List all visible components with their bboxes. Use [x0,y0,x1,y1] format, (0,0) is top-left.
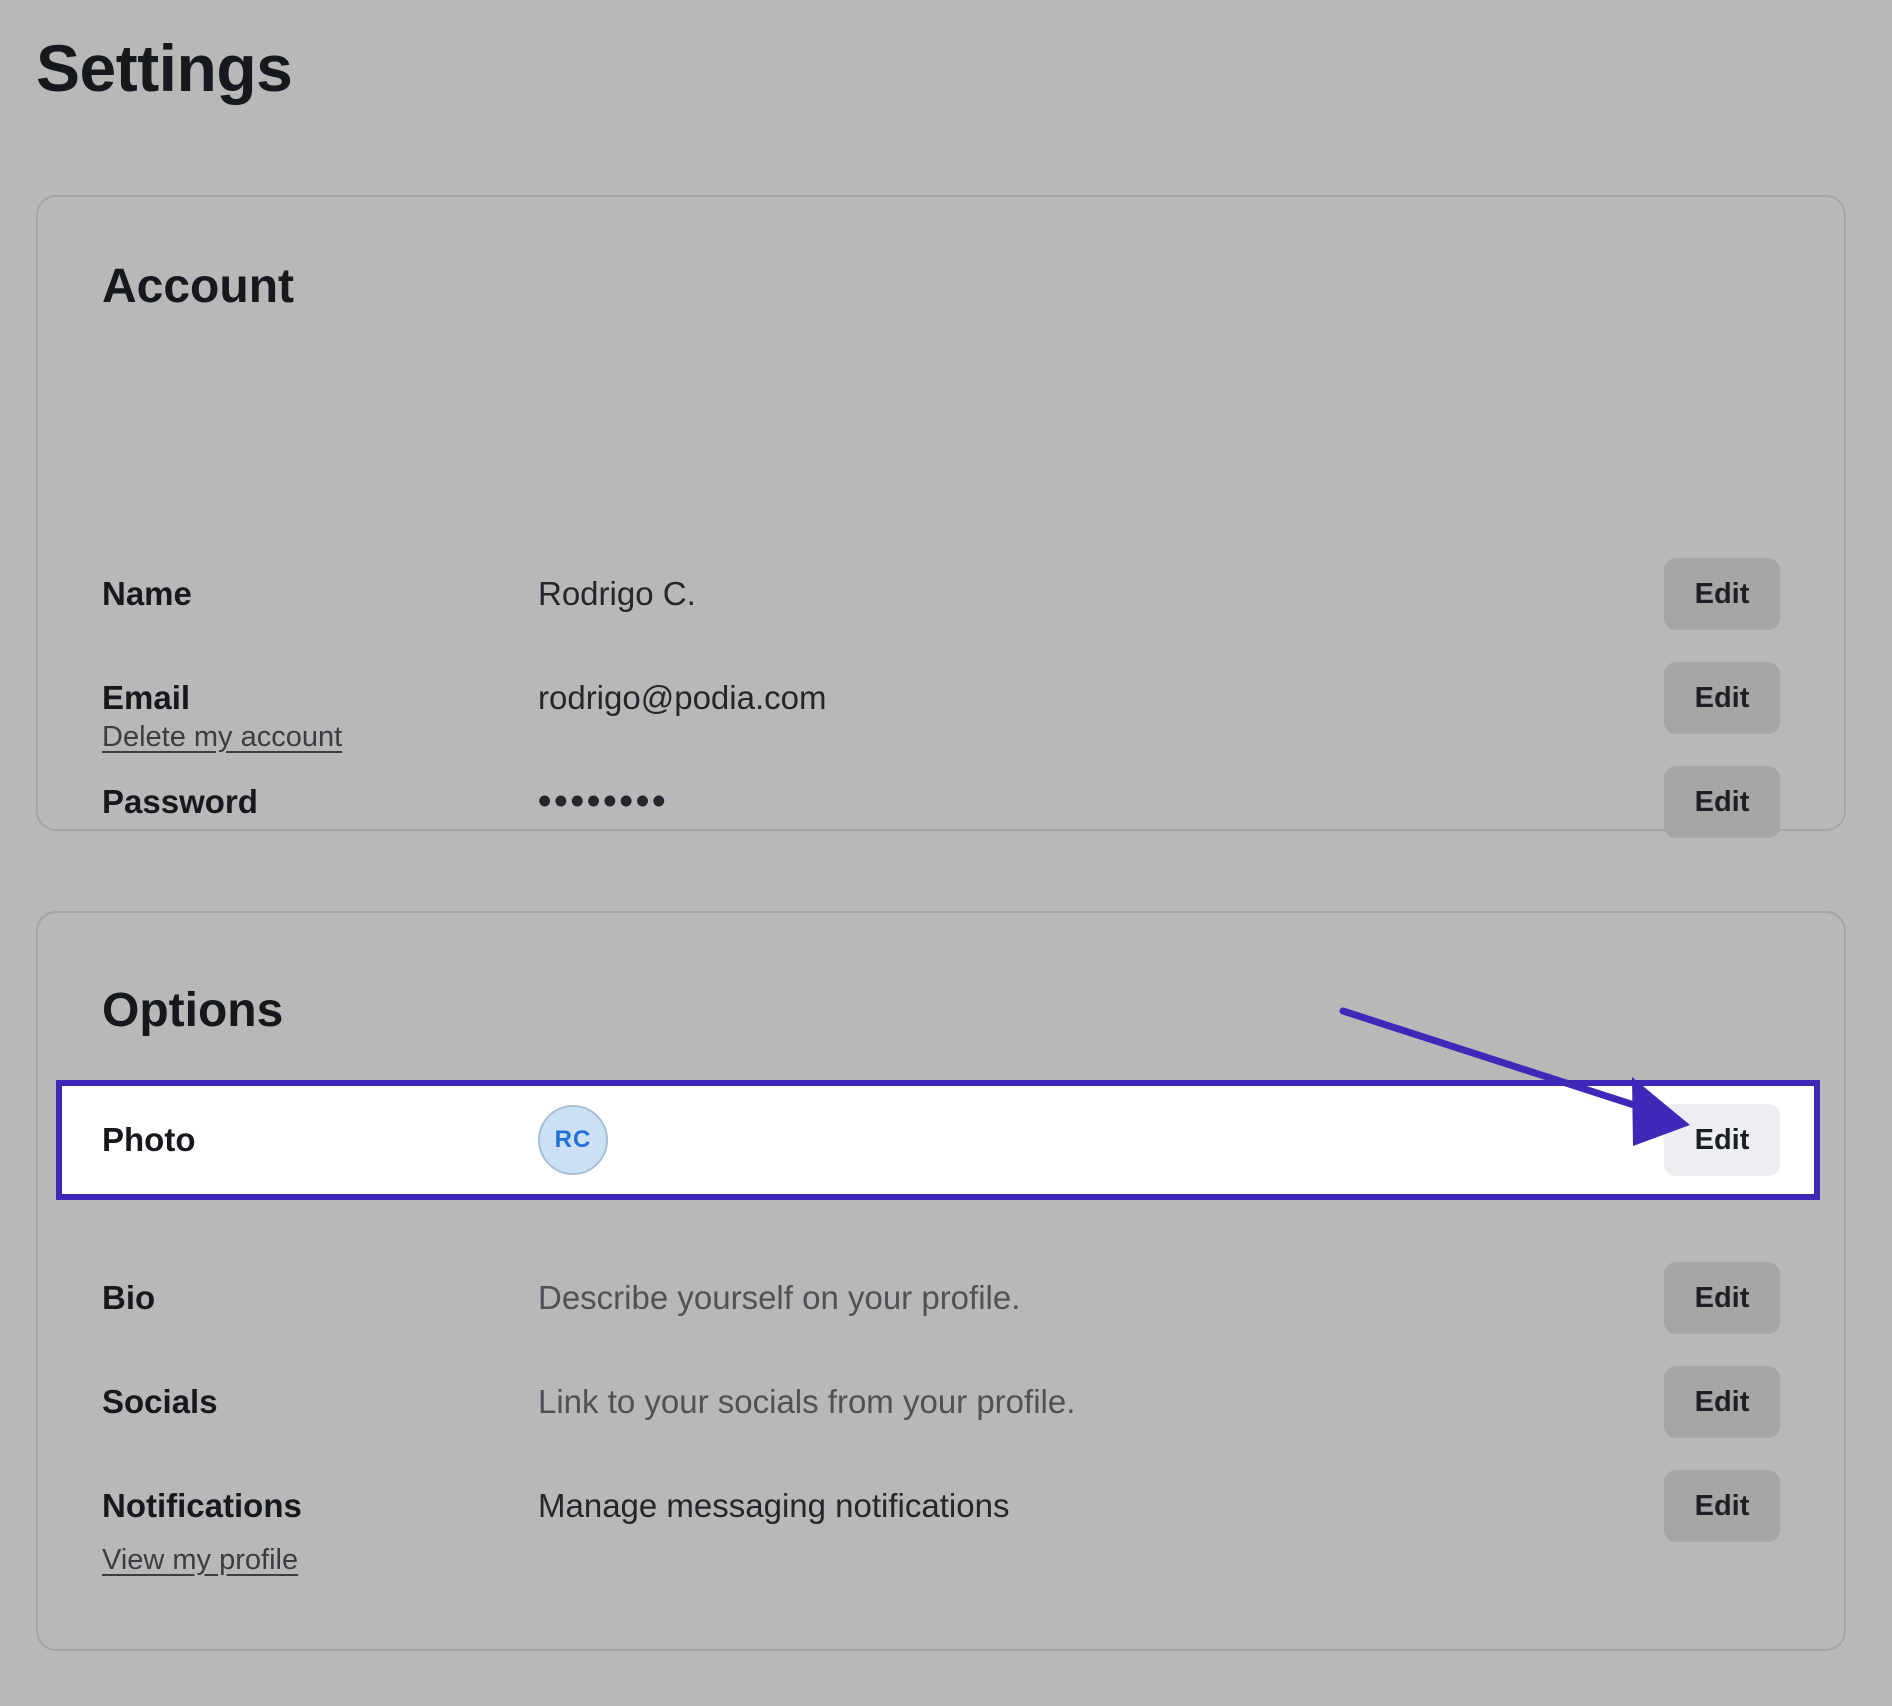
bio-value: Describe yourself on your profile. [538,1279,1021,1316]
account-row-name: Name Rodrigo C. Edit [38,542,1844,646]
password-value: •••••••• [538,780,669,823]
delete-account-link[interactable]: Delete my account [102,721,342,754]
account-row-password: Password •••••••• Edit [38,750,1844,854]
options-section-title: Options [102,984,284,1037]
avatar-initials: RC [554,1126,592,1153]
avatar: RC [538,1105,608,1175]
photo-row-highlight: Photo RC Edit [56,1080,1820,1200]
edit-photo-button[interactable]: Edit [1664,1104,1780,1176]
photo-label: Photo [102,1121,196,1158]
options-row-notifications: Notifications Manage messaging notificat… [38,1454,1844,1558]
password-label: Password [102,783,258,820]
edit-email-button[interactable]: Edit [1664,662,1780,734]
edit-notifications-button[interactable]: Edit [1664,1470,1780,1542]
edit-password-button[interactable]: Edit [1664,766,1780,838]
edit-socials-button[interactable]: Edit [1664,1366,1780,1438]
notifications-label: Notifications [102,1487,302,1524]
bio-label: Bio [102,1279,156,1316]
options-row-socials: Socials Link to your socials from your p… [38,1350,1844,1454]
options-card: Options Photo RC Edit Bio Describe yours… [36,911,1846,1651]
account-card: Account Name Rodrigo C. Edit Email rodri… [36,195,1846,838]
options-row-bio: Bio Describe yourself on your profile. E… [38,1246,1844,1350]
edit-name-button[interactable]: Edit [1664,558,1780,630]
account-section-title: Account [102,260,294,313]
notifications-value: Manage messaging notifications [538,1487,1010,1524]
socials-label: Socials [102,1383,218,1420]
edit-bio-button[interactable]: Edit [1664,1262,1780,1334]
view-profile-link[interactable]: View my profile [102,1544,298,1577]
email-label: Email [102,679,191,716]
name-label: Name [102,575,192,612]
options-row-photo: Photo RC Edit [62,1088,1814,1192]
email-value: rodrigo@podia.com [538,679,827,716]
page-title: Settings [36,31,293,105]
socials-value: Link to your socials from your profile. [538,1383,1076,1420]
name-value: Rodrigo C. [538,575,696,612]
